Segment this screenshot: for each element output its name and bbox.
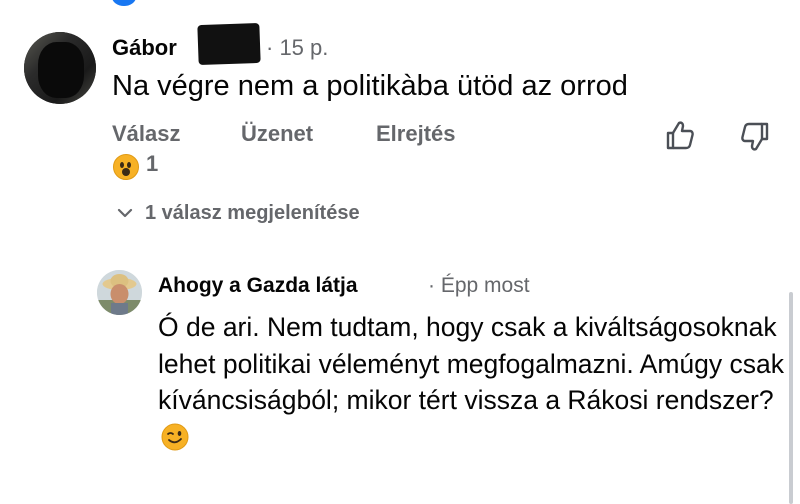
show-replies-link[interactable]: 1 válasz megjelenítése <box>145 202 360 225</box>
winking-face-icon <box>161 423 189 450</box>
dislike-icon[interactable] <box>739 120 773 154</box>
comment-timestamp[interactable]: · 15 p. <box>266 35 328 61</box>
avatar[interactable] <box>97 270 142 315</box>
comment-text: Na végre nem a politikàba ütöd az orrod <box>112 70 628 102</box>
like-icon[interactable] <box>662 118 696 152</box>
chevron-down-icon[interactable] <box>117 207 133 219</box>
notification-dot <box>112 0 136 6</box>
reply-timestamp[interactable]: · Épp most <box>428 274 530 298</box>
message-button[interactable]: Üzenet <box>241 121 313 147</box>
scrollbar[interactable] <box>789 292 793 504</box>
reply-button[interactable]: Válasz <box>112 121 181 147</box>
wow-reaction-icon[interactable] <box>113 154 139 180</box>
reply-author[interactable]: Ahogy a Gazda látja <box>158 274 358 298</box>
reaction-count[interactable]: 1 <box>146 151 158 177</box>
hide-button[interactable]: Elrejtés <box>376 121 456 147</box>
redaction-mark <box>197 22 261 66</box>
avatar[interactable] <box>24 32 96 104</box>
redaction-mark <box>38 42 84 98</box>
comment-author[interactable]: Gábor <box>112 35 177 61</box>
reply-text: Ó de ari. Nem tudtam, hogy csak a kivált… <box>158 309 788 455</box>
